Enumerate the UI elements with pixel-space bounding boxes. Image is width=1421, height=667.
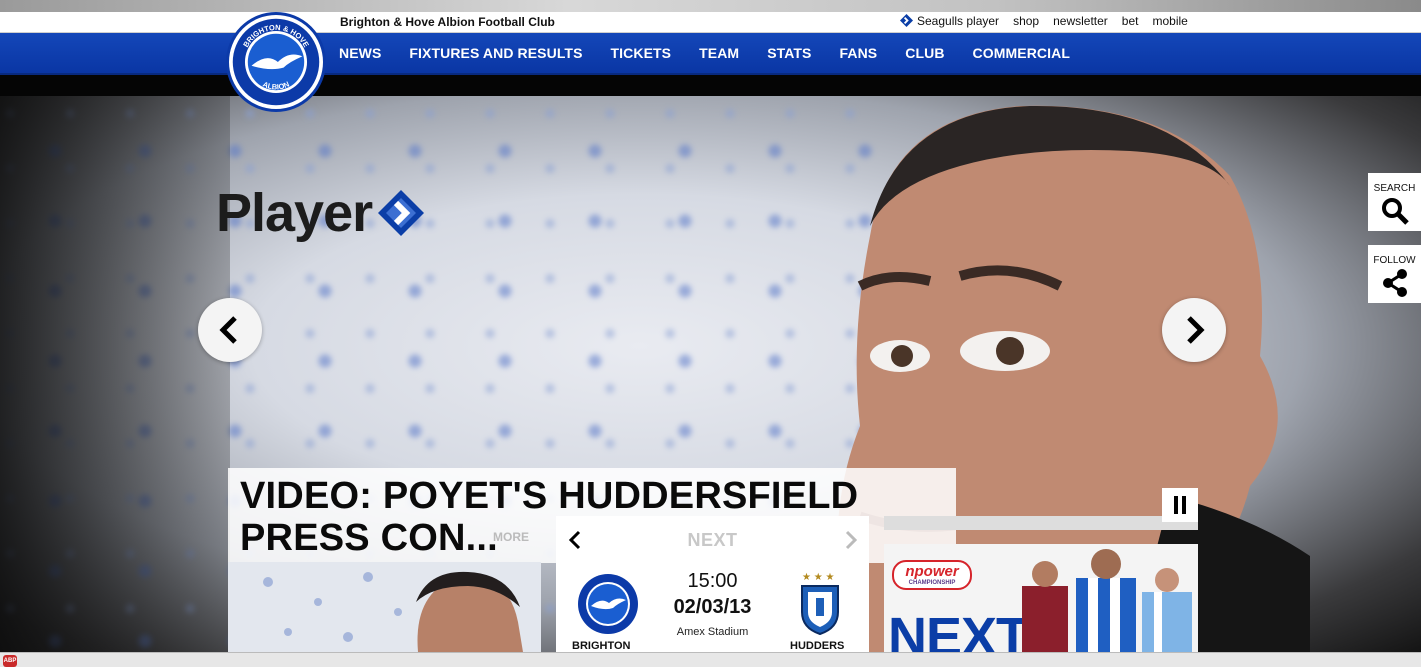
search-tab[interactable]: SEARCH <box>1368 173 1421 231</box>
npower-sub: CHAMPIONSHIP <box>908 580 956 586</box>
nav-commercial[interactable]: COMMERCIAL <box>973 45 1070 61</box>
nav-club[interactable]: CLUB <box>905 45 944 61</box>
main-nav: NEWS FIXTURES AND RESULTS TICKETS TEAM S… <box>0 33 1421 75</box>
match-date: 02/03/13 <box>673 596 752 618</box>
club-name: Brighton & Hove Albion Football Club <box>340 15 555 29</box>
hero-headline[interactable]: VIDEO: POYET'S HUDDERSFIELD PRESS CON... <box>240 475 940 559</box>
nav-stats[interactable]: STATS <box>767 45 811 61</box>
promo-banner[interactable]: npower CHAMPIONSHIP NEXT <box>884 544 1198 652</box>
pause-icon <box>1174 496 1186 514</box>
kickoff-time: 15:00 <box>687 570 738 592</box>
carousel-prev-button[interactable] <box>198 298 262 362</box>
promo-text: NEXT <box>888 607 1029 652</box>
player-chevron-icon <box>378 190 425 236</box>
share-icon <box>1382 269 1407 297</box>
seagulls-player-icon <box>900 14 913 27</box>
nav-tickets[interactable]: TICKETS <box>611 45 672 61</box>
carousel-pause-button[interactable] <box>1162 488 1198 522</box>
nav-news[interactable]: NEWS <box>339 45 381 61</box>
hero-left-shade <box>0 96 230 652</box>
npower-logo: npower CHAMPIONSHIP <box>892 560 972 590</box>
top-strip <box>0 0 1421 12</box>
util-link-bet[interactable]: bet <box>1122 14 1139 28</box>
npower-brand: npower <box>905 563 959 580</box>
search-tab-label: SEARCH <box>1373 183 1416 194</box>
follow-tab-label: FOLLOW <box>1373 255 1416 266</box>
match-venue: Amex Stadium <box>676 626 749 638</box>
carousel-next-button[interactable] <box>1162 298 1226 362</box>
home-team-name: BRIGHTON <box>572 640 631 652</box>
nav-fixtures-and-results[interactable]: FIXTURES AND RESULTS <box>409 45 582 61</box>
nav-shadow-band <box>0 75 1421 96</box>
club-crest-logo[interactable]: BRIGHTON & HOVE ALBION <box>226 12 326 112</box>
utility-bar: Brighton & Hove Albion Football Club Sea… <box>0 12 1421 33</box>
player-brand-logo: Player <box>216 186 428 240</box>
nav-fans[interactable]: FANS <box>840 45 878 61</box>
chevron-left-icon <box>219 316 237 344</box>
follow-tab[interactable]: FOLLOW <box>1368 245 1421 303</box>
adblock-icon[interactable]: ABP <box>3 655 17 667</box>
crest-icon: BRIGHTON & HOVE ALBION <box>232 18 320 106</box>
news-thumbnail-image <box>228 562 541 652</box>
chevron-right-icon <box>1187 316 1205 344</box>
player-brand-label: Player <box>216 183 373 243</box>
utility-links: Seagulls player shop newsletter bet mobi… <box>900 14 1188 28</box>
away-team-name: HUDDERS <box>790 640 845 652</box>
nav-team[interactable]: TEAM <box>699 45 739 61</box>
news-thumbnail-panel[interactable] <box>228 562 541 652</box>
search-icon <box>1381 198 1409 225</box>
util-link-seagulls-player[interactable]: Seagulls player <box>900 14 999 28</box>
util-link-shop[interactable]: shop <box>1013 14 1039 28</box>
util-link-newsletter[interactable]: newsletter <box>1053 14 1108 28</box>
util-link-mobile[interactable]: mobile <box>1152 14 1187 28</box>
browser-status-bar: ABP <box>0 652 1421 667</box>
util-link-seagulls-player-label: Seagulls player <box>917 14 1000 28</box>
promo-players-image <box>1022 549 1192 652</box>
